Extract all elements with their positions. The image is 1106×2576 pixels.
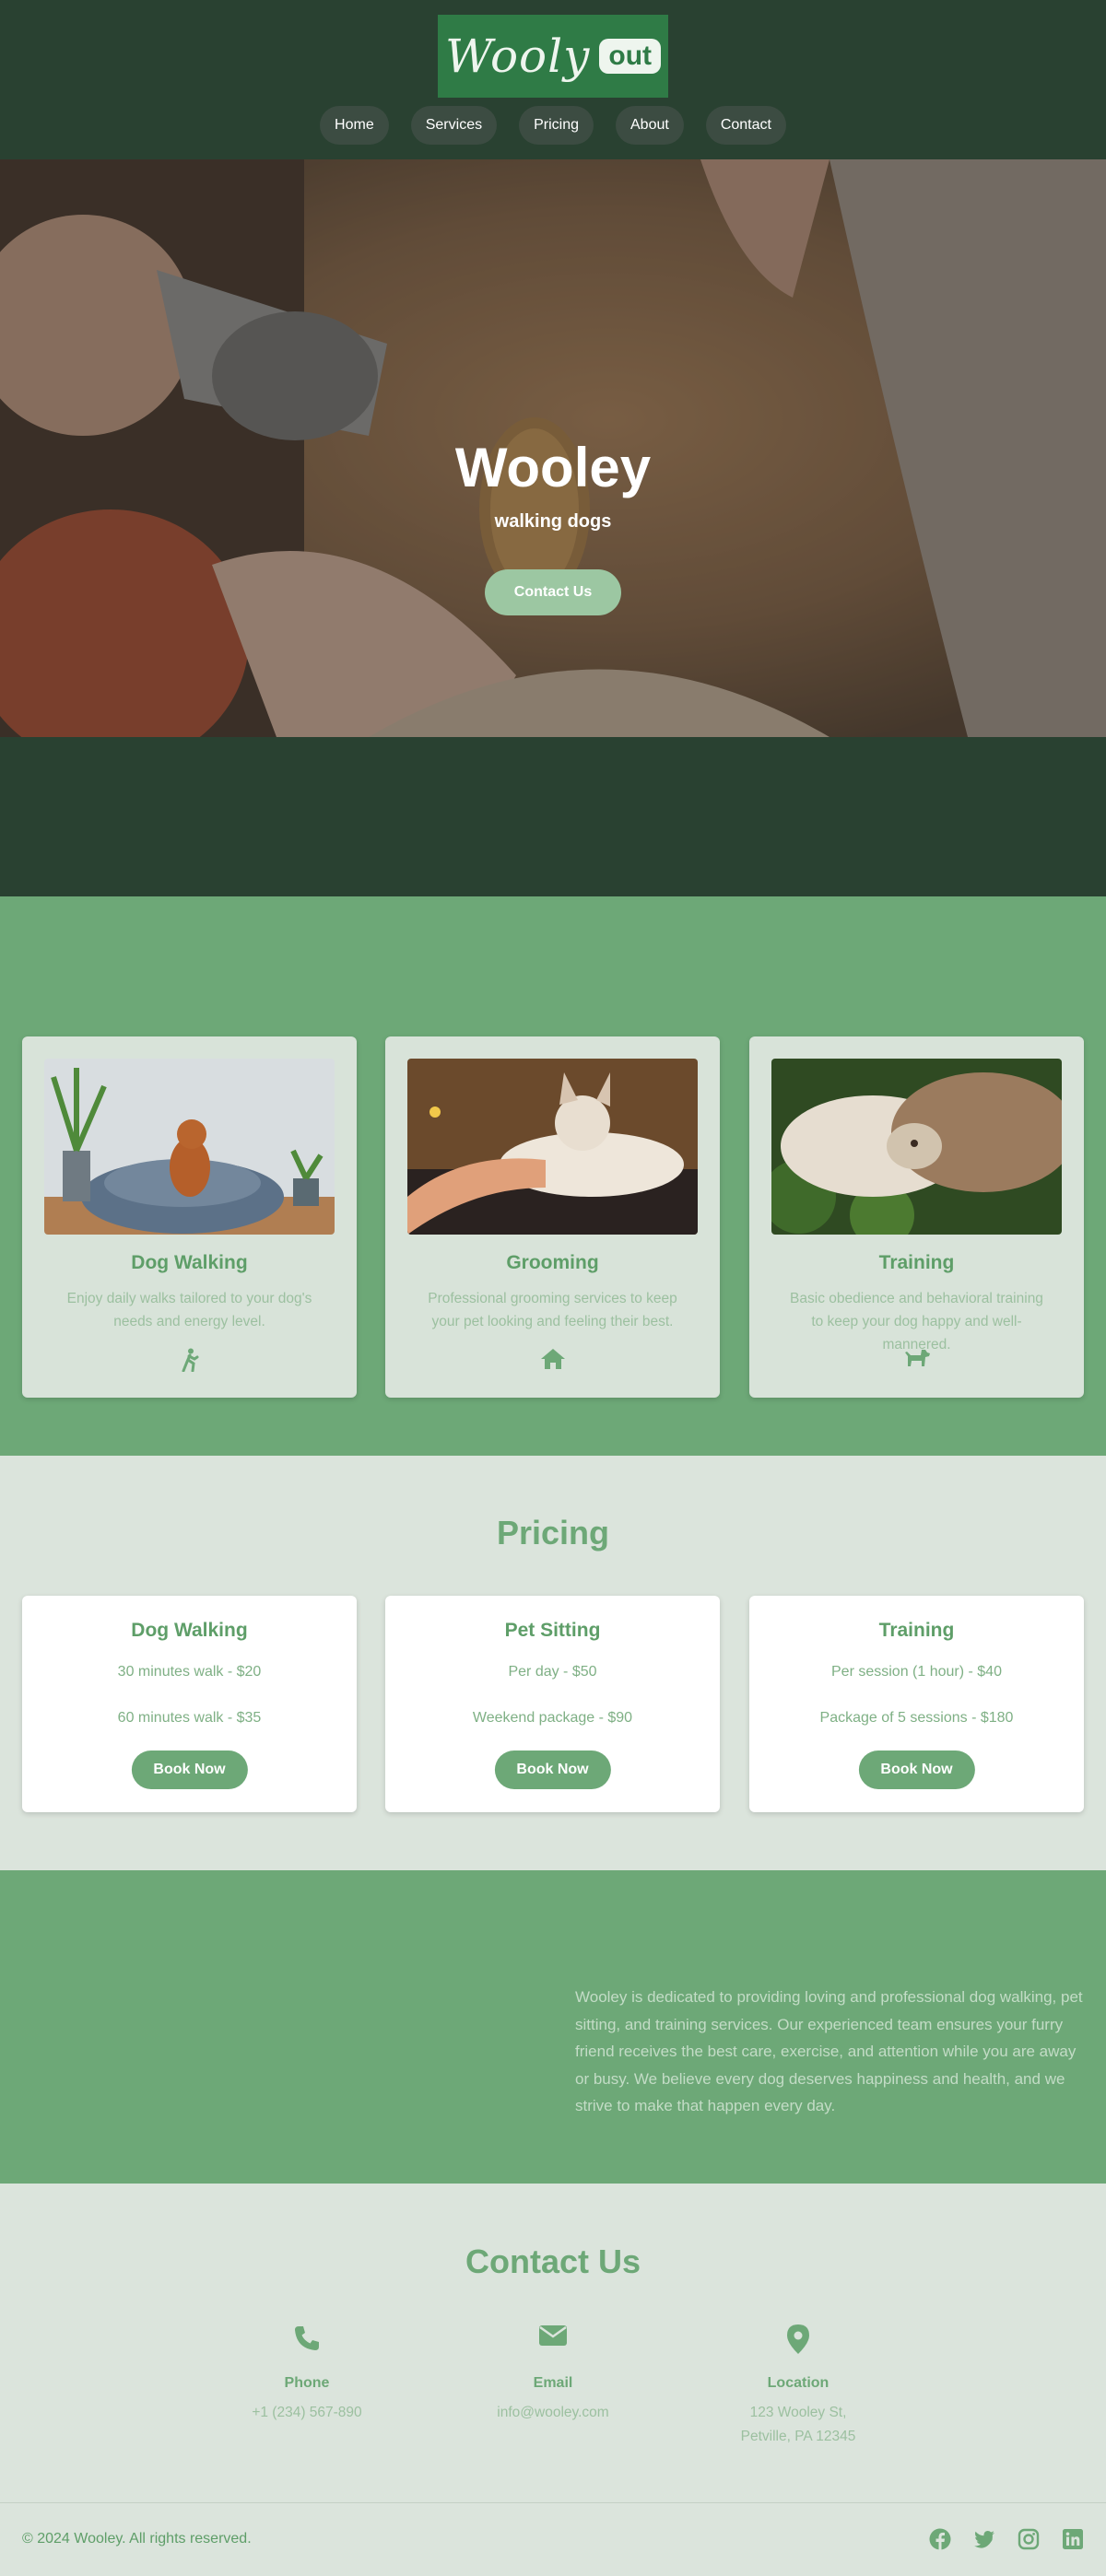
contact-value[interactable]: +1 (234) 567-890	[196, 2401, 418, 2425]
price-card-title: Pet Sitting	[504, 1620, 601, 1641]
nav-contact[interactable]: Contact	[705, 106, 786, 145]
service-title: Grooming	[506, 1252, 599, 1273]
service-description: Professional grooming services to keep y…	[428, 1291, 677, 1329]
instagram-icon[interactable]	[1018, 2528, 1040, 2550]
price-line: Per day - $50	[508, 1664, 597, 1680]
service-description: Enjoy daily walks tailored to your dog's…	[66, 1291, 312, 1329]
price-card-dog-walking: Dog Walking 30 minutes walk - $20 60 min…	[22, 1596, 357, 1812]
nav-about[interactable]: About	[616, 106, 684, 145]
nav-home[interactable]: Home	[320, 106, 389, 145]
social-links	[929, 2528, 1084, 2550]
price-card-title: Dog Walking	[131, 1620, 248, 1641]
service-card-grooming: Grooming Professional grooming services …	[385, 1036, 720, 1398]
walking-person-icon	[22, 1348, 357, 1372]
hero-section: Wooley walking dogs Contact Us	[0, 159, 1106, 737]
contact-label: Email	[533, 2375, 573, 2391]
service-title: Training	[878, 1252, 955, 1273]
contact-label: Phone	[284, 2375, 330, 2391]
site-footer: © 2024 Wooley. All rights reserved.	[0, 2502, 1106, 2576]
book-now-button[interactable]: Book Now	[858, 1751, 975, 1789]
nav-pricing[interactable]: Pricing	[519, 106, 594, 145]
about-text: Wooley is dedicated to providing loving …	[575, 1988, 1083, 2114]
copyright-text: © 2024 Wooley. All rights reserved.	[22, 2531, 252, 2547]
price-card-pet-sitting: Pet Sitting Per day - $50 Weekend packag…	[385, 1596, 720, 1812]
logo-wordmark: Wooly	[444, 29, 591, 83]
phone-icon	[196, 2324, 418, 2357]
dog-icon	[749, 1348, 1084, 1370]
envelope-icon	[442, 2324, 664, 2357]
logo-badge: out	[599, 39, 662, 74]
price-card-training: Training Per session (1 hour) - $40 Pack…	[749, 1596, 1084, 1812]
facebook-icon[interactable]	[929, 2528, 951, 2550]
service-image-cat	[407, 1059, 698, 1235]
price-line: Per session (1 hour) - $40	[831, 1664, 1002, 1680]
hero-content: Wooley walking dogs Contact Us	[0, 436, 1106, 615]
logo[interactable]: Wooly out	[438, 15, 668, 98]
contact-phone: Phone +1 (234) 567-890	[196, 2324, 418, 2425]
price-line: Weekend package - $90	[472, 1710, 633, 1726]
dark-band	[0, 737, 1106, 896]
price-line: 60 minutes walk - $35	[117, 1710, 262, 1726]
contact-value[interactable]: info@wooley.com	[442, 2401, 664, 2425]
hero-title: Wooley	[454, 437, 652, 498]
service-card-dog-walking: Dog Walking Enjoy daily walks tailored t…	[22, 1036, 357, 1398]
hero-subtitle: walking dogs	[494, 511, 612, 532]
contact-label: Location	[767, 2375, 830, 2391]
service-card-training: Training Basic obedience and behavioral …	[749, 1036, 1084, 1398]
price-line: 30 minutes walk - $20	[117, 1664, 262, 1680]
service-image-dog-and-cat	[771, 1059, 1062, 1235]
book-now-button[interactable]: Book Now	[494, 1751, 611, 1789]
about-section: Wooley is dedicated to providing loving …	[0, 1870, 1106, 2184]
contact-title: Contact Us	[465, 2242, 641, 2280]
hero-contact-button[interactable]: Contact Us	[484, 569, 622, 615]
price-card-title: Training	[878, 1620, 955, 1641]
pricing-title: Pricing	[496, 1514, 610, 1551]
contact-email: Email info@wooley.com	[442, 2324, 664, 2425]
book-now-button[interactable]: Book Now	[131, 1751, 248, 1789]
main-nav: Home Services Pricing About Contact	[0, 106, 1106, 145]
twitter-icon[interactable]	[973, 2528, 995, 2550]
service-image-dog-bed	[44, 1059, 335, 1235]
home-icon	[385, 1348, 720, 1370]
service-title: Dog Walking	[131, 1252, 248, 1273]
service-description: Basic obedience and behavioral training …	[790, 1291, 1043, 1352]
services-section: Dog Walking Enjoy daily walks tailored t…	[0, 896, 1106, 1456]
contact-section: Contact Us Phone +1 (234) 567-890 Email …	[0, 2184, 1106, 2502]
linkedin-icon[interactable]	[1062, 2528, 1084, 2550]
contact-value: 123 Wooley St,	[749, 2405, 847, 2420]
price-line: Package of 5 sessions - $180	[819, 1710, 1014, 1726]
nav-services[interactable]: Services	[410, 106, 498, 145]
map-pin-icon	[688, 2324, 909, 2357]
pricing-section: Pricing Dog Walking 30 minutes walk - $2…	[0, 1456, 1106, 1870]
contact-value-line-2: Petville, PA 12345	[740, 2429, 856, 2444]
site-header: Wooly out Home Services Pricing About Co…	[0, 0, 1106, 159]
contact-location: Location 123 Wooley St, Petville, PA 123…	[688, 2324, 909, 2449]
